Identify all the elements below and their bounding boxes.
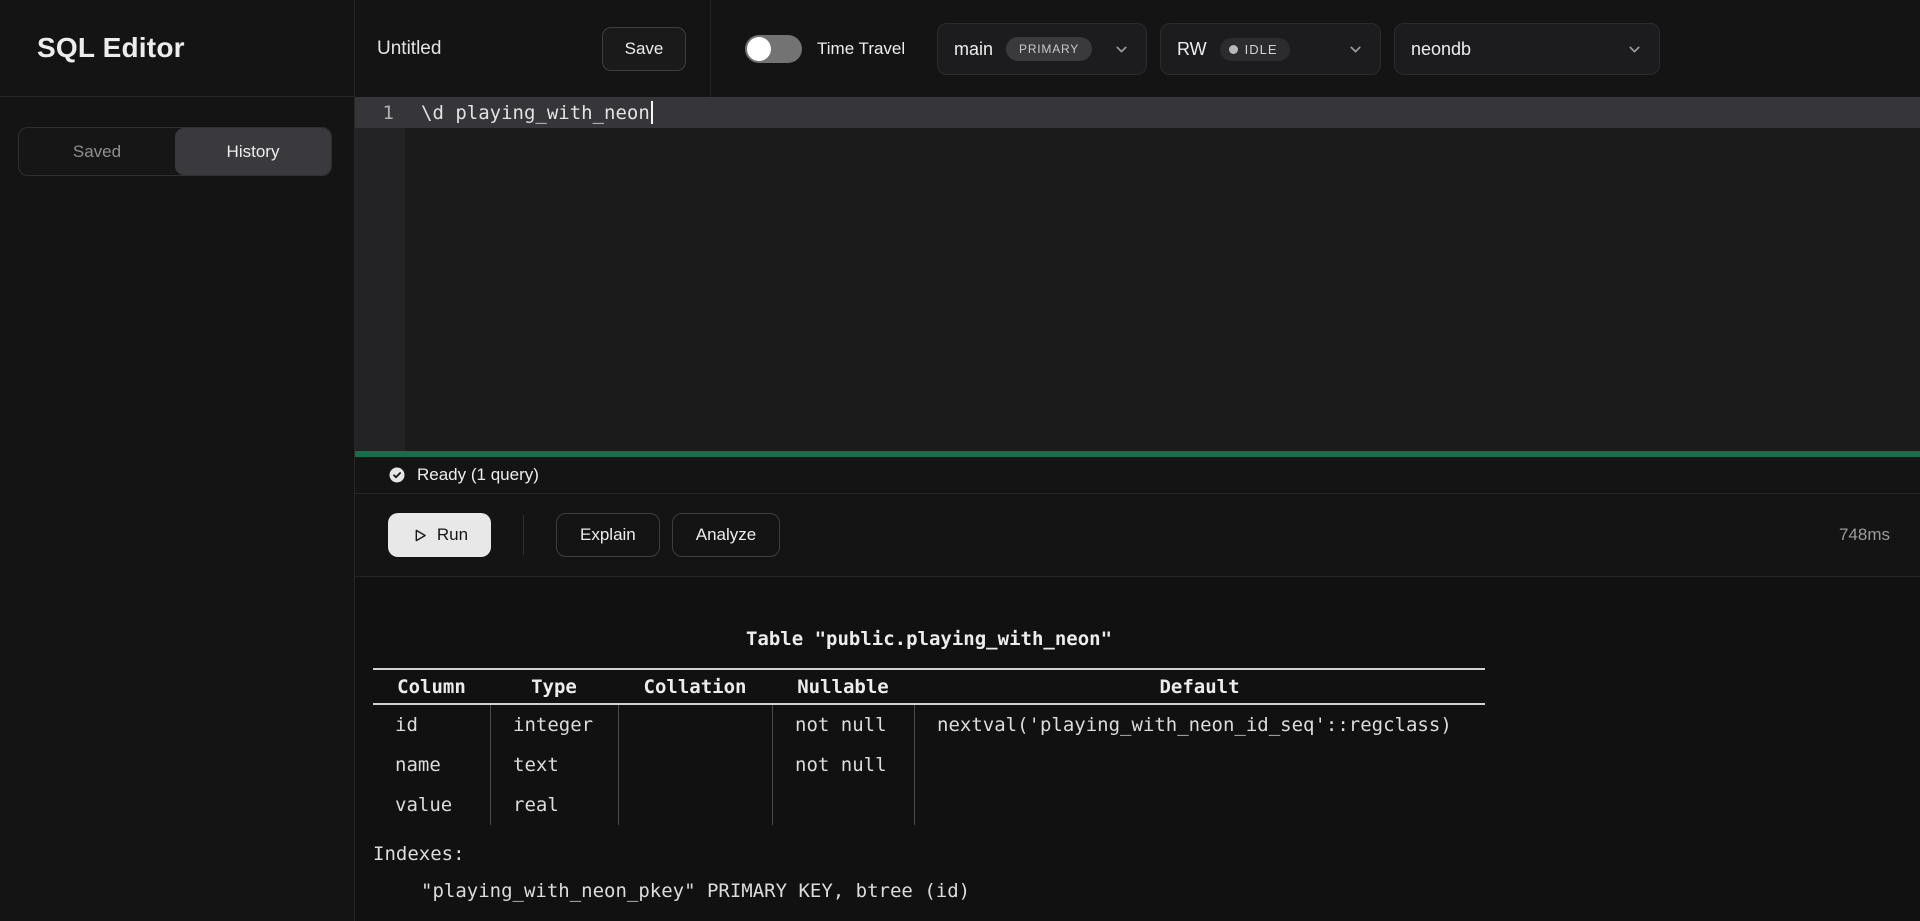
results-table: id integer not null nextval('playing_wit… xyxy=(373,705,1485,825)
table-cell xyxy=(618,785,772,825)
code-editor[interactable]: 1 \d playing_with_neon xyxy=(355,97,1920,451)
compute-status-text: IDLE xyxy=(1245,42,1278,57)
header-divider xyxy=(710,0,711,97)
table-cell: name xyxy=(373,745,490,785)
table-cell xyxy=(618,745,772,785)
save-button[interactable]: Save xyxy=(602,27,686,71)
table-cell: not null xyxy=(772,745,914,785)
sql-editor-app: SQL Editor Saved History Untitled Save T… xyxy=(0,0,1920,921)
table-cell: nextval('playing_with_neon_id_seq'::regc… xyxy=(914,705,1485,745)
chevron-down-icon xyxy=(1626,41,1643,58)
chevron-down-icon xyxy=(1113,41,1130,58)
table-cell xyxy=(914,785,1485,825)
column-header: Default xyxy=(914,676,1485,698)
query-duration: 748ms xyxy=(1839,525,1890,545)
play-icon xyxy=(411,527,428,544)
run-button[interactable]: Run xyxy=(388,513,491,557)
main-panel: Untitled Save Time Travel main PRIMARY R… xyxy=(355,0,1920,921)
page-title: SQL Editor xyxy=(37,32,185,64)
status-bar: Ready (1 query) xyxy=(355,457,1920,494)
results-panel: Table "public.playing_with_neon" Column … xyxy=(355,577,1920,921)
column-header: Nullable xyxy=(772,676,914,698)
table-cell xyxy=(914,745,1485,785)
column-header: Collation xyxy=(618,676,772,698)
compute-mode: RW xyxy=(1177,39,1207,60)
saved-history-tabs: Saved History xyxy=(18,127,332,176)
column-header: Column xyxy=(373,676,490,698)
line-number: 1 xyxy=(355,102,405,124)
sidebar-header: SQL Editor xyxy=(0,0,354,97)
query-title: Untitled xyxy=(377,0,441,97)
editor-line[interactable]: 1 \d playing_with_neon xyxy=(355,97,1920,128)
database-name: neondb xyxy=(1411,39,1471,60)
table-cell: not null xyxy=(772,705,914,745)
run-button-label: Run xyxy=(437,525,468,545)
time-travel-label: Time Travel xyxy=(817,0,905,97)
status-message: Ready (1 query) xyxy=(417,465,539,485)
results-table-title: Table "public.playing_with_neon" xyxy=(373,627,1485,651)
index-definition: "playing_with_neon_pkey" PRIMARY KEY, bt… xyxy=(373,879,1485,903)
analyze-button[interactable]: Analyze xyxy=(672,513,780,557)
table-cell: integer xyxy=(490,705,618,745)
query-toolbar: Run Explain Analyze 748ms xyxy=(355,494,1920,577)
primary-badge: PRIMARY xyxy=(1006,37,1092,61)
indexes-label: Indexes: xyxy=(373,842,1485,866)
table-cell xyxy=(772,785,914,825)
table-cell: real xyxy=(490,785,618,825)
branch-name: main xyxy=(954,39,993,60)
status-dot-icon xyxy=(1229,45,1238,54)
branch-dropdown[interactable]: main PRIMARY xyxy=(937,23,1147,75)
database-dropdown[interactable]: neondb xyxy=(1394,23,1660,75)
check-circle-icon xyxy=(388,466,406,484)
code-text: \d playing_with_neon xyxy=(405,102,650,124)
line-number-gutter xyxy=(355,97,405,451)
column-header: Type xyxy=(490,676,618,698)
results-header-row: Column Type Collation Nullable Default xyxy=(373,668,1485,705)
sidebar: SQL Editor Saved History xyxy=(0,0,355,921)
tab-history[interactable]: History xyxy=(175,128,331,175)
table-cell xyxy=(618,705,772,745)
toggle-knob-icon xyxy=(747,37,771,61)
tab-saved[interactable]: Saved xyxy=(19,128,175,175)
explain-button[interactable]: Explain xyxy=(556,513,660,557)
time-travel-toggle[interactable] xyxy=(745,35,802,63)
chevron-down-icon xyxy=(1347,41,1364,58)
text-cursor xyxy=(651,101,653,124)
table-cell: text xyxy=(490,745,618,785)
psql-output: Table "public.playing_with_neon" Column … xyxy=(373,577,1485,903)
compute-dropdown[interactable]: RW IDLE xyxy=(1160,23,1381,75)
editor-header: Untitled Save Time Travel main PRIMARY R… xyxy=(355,0,1920,97)
table-cell: value xyxy=(373,785,490,825)
toolbar-divider xyxy=(523,515,524,555)
table-cell: id xyxy=(373,705,490,745)
compute-status-badge: IDLE xyxy=(1220,38,1290,61)
